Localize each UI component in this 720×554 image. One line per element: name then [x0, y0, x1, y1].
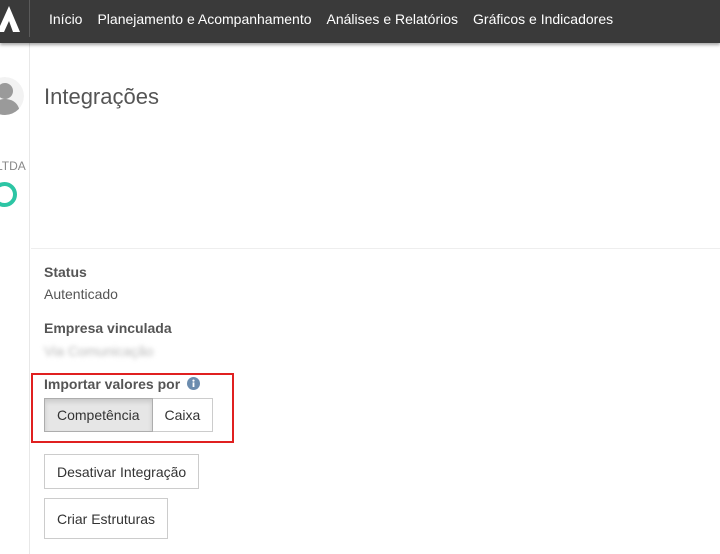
nav-item-planejamento[interactable]: Planejamento e Acompanhamento: [97, 11, 311, 27]
nav-item-inicio[interactable]: Início: [49, 11, 82, 27]
top-navbar: Início Planejamento e Acompanhamento Aná…: [0, 0, 720, 43]
company-value: Via Comunicação: [44, 343, 154, 359]
company-name-label: LTDA: [0, 159, 26, 173]
competencia-option-button[interactable]: Competência: [44, 398, 153, 432]
import-label: Importar valores por: [44, 376, 181, 392]
deactivate-integration-button[interactable]: Desativar Integração: [44, 454, 200, 489]
import-mode-toggle: Competência Caixa: [44, 398, 214, 432]
status-label: Status: [44, 264, 87, 280]
progress-ring-icon: [0, 182, 17, 207]
app-logo[interactable]: [0, 0, 30, 37]
status-value: Autenticado: [44, 286, 118, 302]
create-structures-button[interactable]: Criar Estruturas: [44, 498, 169, 539]
avatar[interactable]: [0, 77, 24, 115]
main-nav: Início Planejamento e Acompanhamento Aná…: [49, 0, 613, 37]
sidebar: LTDA: [0, 43, 30, 554]
logo-icon: [0, 6, 20, 32]
caixa-option-button[interactable]: Caixa: [152, 398, 214, 432]
company-label: Empresa vinculada: [44, 320, 172, 336]
nav-item-analises[interactable]: Análises e Relatórios: [327, 11, 459, 27]
user-avatar-icon: [0, 77, 24, 115]
nav-item-graficos[interactable]: Gráficos e Indicadores: [473, 11, 613, 27]
info-icon[interactable]: [187, 377, 200, 390]
section-divider: [31, 248, 720, 249]
page-title: Integrações: [44, 84, 159, 109]
